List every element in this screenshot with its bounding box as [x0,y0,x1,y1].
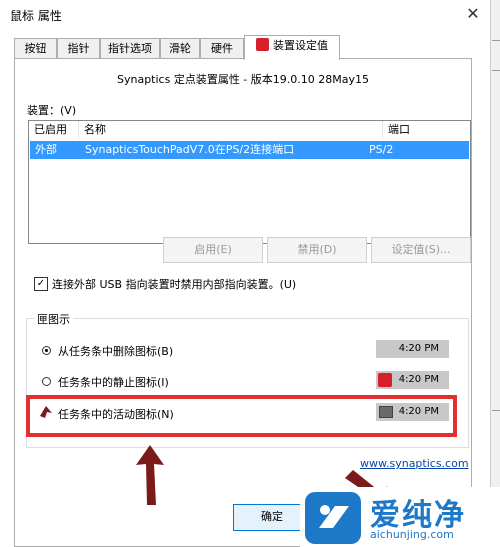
synaptics-icon [256,38,269,51]
annotation-arrow-up-icon [136,445,166,510]
tab-device-settings[interactable]: 装置设定值 [244,35,340,60]
disable-internal-label[interactable]: 连接外部 USB 指向装置时禁用内部指向装置。(U) [52,276,296,292]
tab-label: 硬件 [211,42,233,55]
static-icon-radio[interactable] [42,377,51,386]
clock-preview: 4:20 PM [376,371,449,389]
tray-icon-group-label: 匣图示 [34,311,73,327]
disable-button[interactable]: 禁用(D) [267,237,367,263]
settings-button[interactable]: 设定值(S)... [371,237,471,263]
tab-pointer-options[interactable]: 指针选项 [100,38,160,58]
column-header-enabled[interactable]: 已启用 [29,121,79,139]
cell-port: PS/2 [369,143,394,156]
clock-time: 4:20 PM [398,374,439,385]
tab-hardware[interactable]: 硬件 [200,38,244,58]
tab-label: 滑轮 [169,42,191,55]
tab-pointers[interactable]: 指针 [57,38,100,58]
tab-label: 按钮 [24,42,47,55]
close-button[interactable]: ✕ [462,4,484,24]
device-properties-title: Synaptics 定点装置属性 - 版本19.0.10 28May15 [116,73,369,86]
remove-icon-label[interactable]: 从任务条中删除图标(B) [58,343,173,359]
enable-button[interactable]: 启用(E) [163,237,263,263]
watermark-logo [305,492,361,544]
window-title: 鼠标 属性 [10,9,62,23]
watermark-url: aichunjing.com [370,528,454,541]
static-icon-label[interactable]: 任务条中的静止图标(I) [58,374,169,390]
edge-mark [492,40,500,41]
disable-internal-checkbox[interactable]: ✓ [34,277,48,291]
cell-enabled: 外部 [35,143,57,156]
table-row[interactable]: 外部 SynapticsTouchPadV7.0在PS/2连接端口 PS/2 [30,141,469,159]
tab-label: 装置设定值 [273,39,328,52]
devices-label: 装置：(V) [27,104,77,117]
edge-mark [492,410,500,411]
synaptics-icon [378,373,392,387]
tab-wheel[interactable]: 滑轮 [160,38,200,58]
column-header-name[interactable]: 名称 [79,121,383,139]
tab-label: 指针选项 [108,42,152,55]
clock-preview: 4:20 PM [376,340,449,358]
background-window-edge [490,0,500,547]
tab-buttons[interactable]: 按钮 [14,38,57,58]
device-list[interactable]: 已启用 名称 端口 外部 SynapticsTouchPadV7.0在PS/2连… [28,120,471,244]
cell-name: SynapticsTouchPadV7.0在PS/2连接端口 [85,143,295,156]
title-bar[interactable]: 鼠标 属性 ✕ [0,0,490,30]
synaptics-website-link[interactable]: www.synaptics.com [360,457,469,470]
tab-label: 指针 [67,42,90,55]
remove-icon-radio[interactable] [42,346,51,355]
edge-mark [492,70,500,71]
highlight-box [26,395,457,437]
column-header-port[interactable]: 端口 [383,121,470,139]
